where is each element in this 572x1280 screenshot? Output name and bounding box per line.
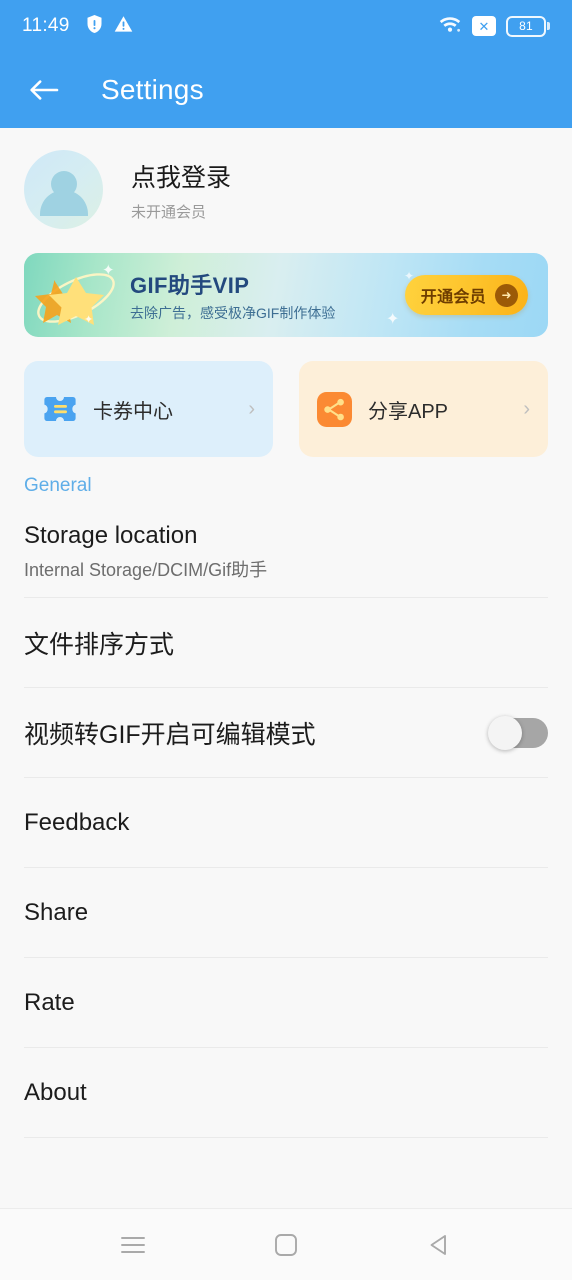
- sim-disabled-icon: ✕: [472, 16, 496, 36]
- row-title: About: [24, 1078, 87, 1106]
- share-app-label: 分享APP: [368, 400, 449, 423]
- section-header-general: General: [24, 475, 92, 496]
- phone-screen: 11:49 ✕ 81 Settings 点我登录 未开通会员 ✦ ✦ ✦ ✦ G…: [0, 0, 572, 1280]
- warning-triangle-icon: [114, 15, 133, 38]
- back-triangle-icon[interactable]: [411, 1217, 467, 1273]
- share-nodes-icon: [317, 391, 352, 427]
- settings-row-feedback[interactable]: Feedback: [24, 777, 548, 867]
- status-bar-right-icons: ✕ 81: [438, 14, 550, 38]
- wifi-icon: [438, 14, 462, 38]
- profile-section[interactable]: 点我登录 未开通会员: [0, 128, 572, 249]
- sparkle-icon: ✦: [386, 311, 400, 328]
- page-title: Settings: [101, 74, 204, 105]
- settings-row-about[interactable]: About: [24, 1047, 548, 1137]
- settings-row-share[interactable]: Share: [24, 867, 548, 957]
- settings-row-video-to-gif-edit-mode[interactable]: 视频转GIF开启可编辑模式: [24, 687, 548, 777]
- star-orbit-icon: [35, 273, 115, 325]
- home-square-icon[interactable]: [258, 1217, 314, 1273]
- back-arrow-icon[interactable]: [26, 73, 60, 107]
- vip-title: GIF助手VIP: [130, 272, 250, 298]
- row-texts: Feedback: [24, 809, 129, 837]
- row-texts: Storage location Internal Storage/DCIM/G…: [24, 522, 267, 582]
- row-texts: 视频转GIF开启可编辑模式: [24, 715, 316, 751]
- menu-icon[interactable]: [105, 1217, 161, 1273]
- battery-cap: [547, 22, 550, 30]
- avatar-body: [39, 190, 88, 216]
- vip-banner[interactable]: ✦ ✦ ✦ ✦ GIF助手VIP 去除广告，感受极净GIF制作体验 开通会员 ➜: [24, 253, 548, 337]
- arrow-right-icon: ➜: [495, 283, 518, 307]
- vip-subtitle: 去除广告，感受极净GIF制作体验: [130, 304, 336, 321]
- row-texts: Rate: [24, 989, 75, 1017]
- coupon-center-card[interactable]: 卡券中心 ›: [24, 361, 273, 457]
- default-avatar-icon: [24, 150, 103, 229]
- quick-cards-row: 卡券中心 › 分享APP ›: [0, 337, 572, 457]
- list-bottom-divider: [24, 1137, 548, 1138]
- battery-icon: 81: [506, 15, 550, 37]
- join-membership-button[interactable]: 开通会员 ➜: [404, 275, 528, 315]
- shield-warning-icon: [86, 14, 103, 39]
- profile-text: 点我登录 未开通会员: [131, 158, 231, 222]
- chevron-right-icon: ›: [248, 398, 255, 420]
- row-texts: 文件排序方式: [24, 625, 174, 661]
- share-app-card[interactable]: 分享APP ›: [299, 361, 548, 457]
- toggle-knob: [488, 715, 522, 750]
- row-texts: Share: [24, 899, 88, 927]
- row-title: Rate: [24, 988, 75, 1016]
- row-title: 视频转GIF开启可编辑模式: [24, 720, 316, 749]
- row-title: Share: [24, 898, 89, 926]
- vip-text: GIF助手VIP 去除广告，感受极净GIF制作体验: [130, 268, 335, 323]
- row-subtitle: Internal Storage/DCIM/Gif助手: [24, 560, 268, 580]
- row-title: Feedback: [24, 808, 130, 836]
- settings-list: Storage location Internal Storage/DCIM/G…: [0, 507, 572, 1137]
- app-bar: Settings: [0, 52, 572, 128]
- status-bar-left-icons: [86, 14, 133, 39]
- row-texts: About: [24, 1079, 87, 1107]
- profile-name: 点我登录: [131, 163, 232, 192]
- row-title: Storage location: [24, 522, 198, 549]
- settings-row-rate[interactable]: Rate: [24, 957, 548, 1047]
- settings-content: 点我登录 未开通会员 ✦ ✦ ✦ ✦ GIF助手VIP 去除广告，感受极净GIF…: [0, 128, 572, 1208]
- join-membership-label: 开通会员: [420, 289, 486, 306]
- android-nav-bar: [0, 1208, 572, 1280]
- chevron-right-icon: ›: [523, 398, 530, 420]
- row-title: 文件排序方式: [24, 630, 175, 659]
- status-bar-clock: 11:49: [22, 15, 70, 36]
- settings-row-storage-location[interactable]: Storage location Internal Storage/DCIM/G…: [24, 507, 548, 597]
- battery-level-label: 81: [506, 15, 546, 37]
- coupon-center-label: 卡券中心: [93, 400, 173, 423]
- video-to-gif-edit-mode-toggle[interactable]: [488, 715, 548, 750]
- settings-row-file-sort[interactable]: 文件排序方式: [24, 597, 548, 687]
- ticket-icon: [42, 392, 77, 427]
- status-bar: 11:49 ✕ 81: [0, 0, 572, 52]
- profile-subtitle: 未开通会员: [131, 203, 207, 221]
